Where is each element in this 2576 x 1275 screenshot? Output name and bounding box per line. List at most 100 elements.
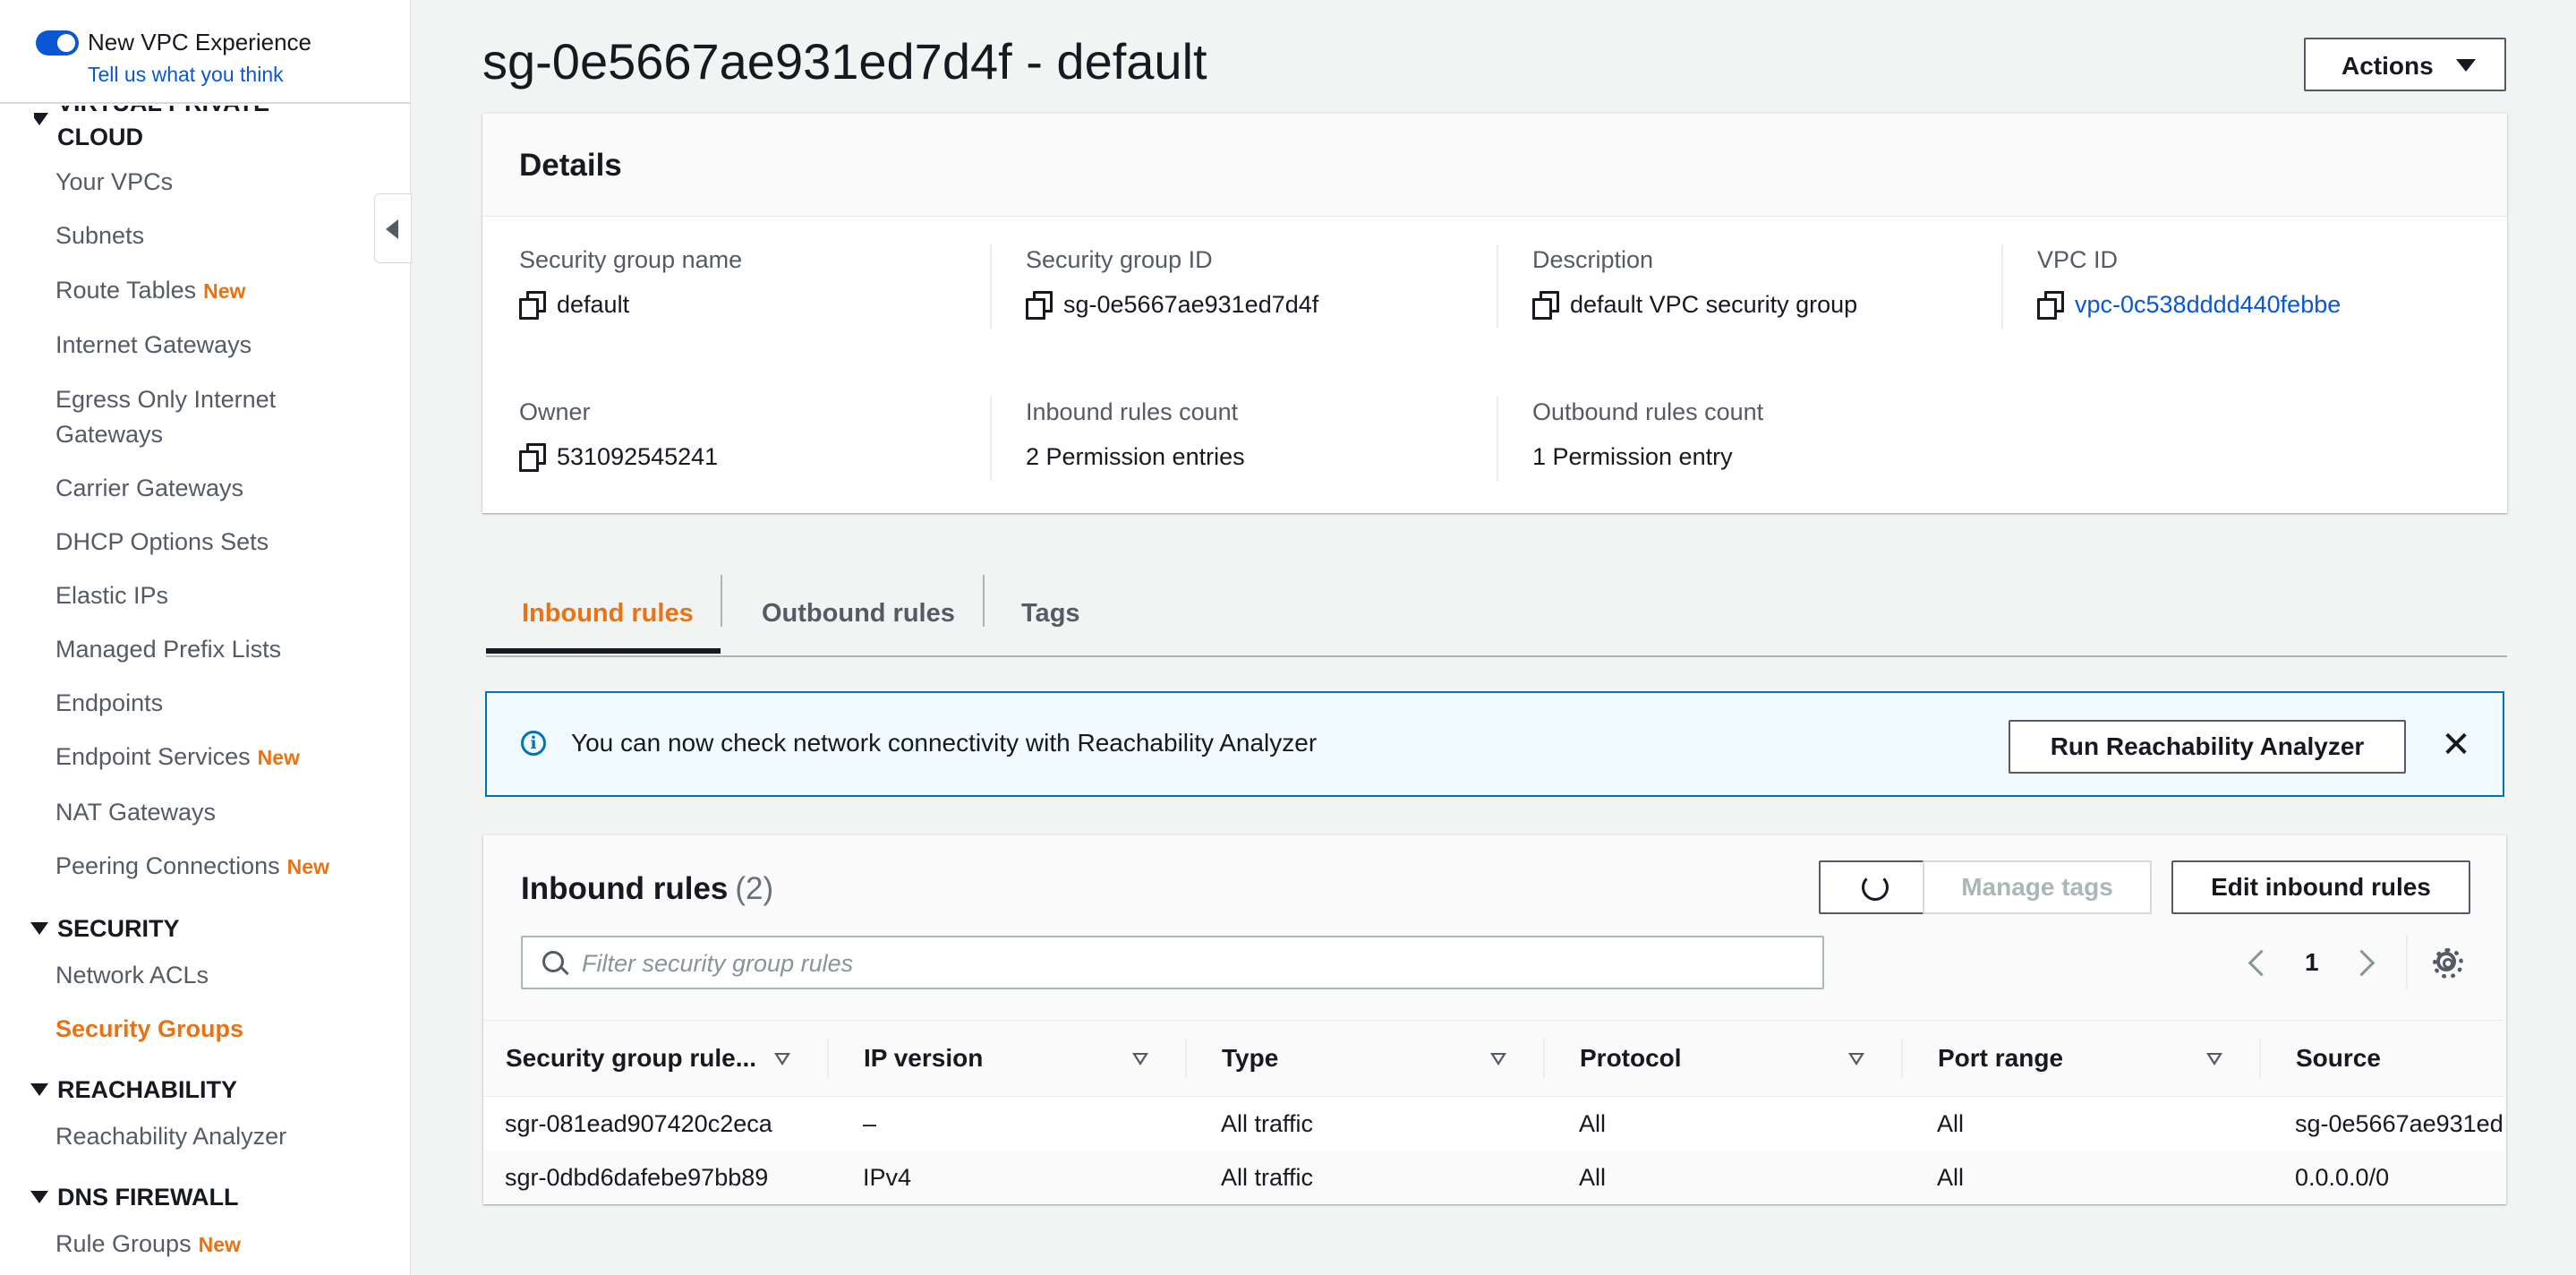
sort-icon[interactable]: [2206, 1053, 2222, 1065]
copy-icon[interactable]: [1026, 291, 1053, 320]
description-value: default VPC security group: [1570, 291, 1858, 318]
table-header: Security group rule... IP version Type P…: [483, 1020, 2504, 1098]
filter-input[interactable]: [580, 941, 1810, 986]
sidebar-item-subnets[interactable]: Subnets: [55, 218, 144, 253]
sidebar-item-dhcp-options-sets[interactable]: DHCP Options Sets: [55, 525, 269, 560]
chevron-right-icon: [2348, 949, 2376, 977]
previous-page-button[interactable]: [2247, 948, 2275, 977]
sidebar-item-network-acls[interactable]: Network ACLs: [55, 958, 209, 993]
column-header-source[interactable]: Source: [2296, 1021, 2381, 1096]
copy-icon[interactable]: [519, 291, 546, 320]
inbound-rules-table: Security group rule... IP version Type P…: [483, 1020, 2504, 1204]
feedback-link[interactable]: Tell us what you think: [88, 63, 284, 87]
rules-count: (2): [735, 871, 774, 906]
sidebar-item-carrier-gateways[interactable]: Carrier Gateways: [55, 471, 243, 506]
tabs: Inbound rules Outbound rules Tags: [486, 573, 2507, 657]
copy-icon[interactable]: [2037, 291, 2064, 320]
caret-down-icon: [30, 1191, 48, 1203]
new-badge: New: [203, 279, 246, 303]
close-icon[interactable]: ✕: [2438, 722, 2474, 768]
page-title: sg-0e5667ae931ed7d4f - default: [482, 33, 1207, 90]
caret-down-icon: [30, 1083, 48, 1096]
section-reachability[interactable]: REACHABILITY: [30, 1073, 237, 1107]
section-dns-firewall[interactable]: DNS FIREWALL: [30, 1180, 239, 1214]
sidebar-item-route-tables[interactable]: Route Tables New: [55, 273, 245, 309]
details-title: Details: [519, 148, 622, 183]
inbound-rules-panel: Inbound rules (2) Manage tags Edit inboun…: [483, 834, 2506, 1204]
sidebar-item-security-groups[interactable]: Security Groups: [55, 1012, 243, 1047]
sidebar-item-reachability-analyzer[interactable]: Reachability Analyzer: [55, 1119, 286, 1154]
cell-rule-id: sgr-0dbd6dafebe97bb89: [505, 1164, 769, 1191]
page-number[interactable]: 1: [2305, 948, 2319, 977]
sidebar-item-internet-gateways[interactable]: Internet Gateways: [55, 328, 252, 363]
column-header-ip-version[interactable]: IP version: [864, 1021, 983, 1096]
edit-inbound-rules-button[interactable]: Edit inbound rules: [2171, 860, 2470, 914]
sidebar-item-managed-prefix-lists[interactable]: Managed Prefix Lists: [55, 632, 281, 667]
sidebar-item-your-vpcs[interactable]: Your VPCs: [55, 165, 173, 200]
sidebar-divider: [0, 102, 410, 104]
vpc-id-link[interactable]: vpc-0c538dddd440febbe: [2075, 291, 2341, 318]
copy-icon[interactable]: [1532, 291, 1559, 320]
cell-protocol: All: [1579, 1164, 1607, 1191]
tab-divider: [983, 575, 985, 627]
cell-port-range: All: [1937, 1110, 1965, 1137]
sort-icon[interactable]: [1132, 1053, 1148, 1065]
new-badge: New: [286, 855, 329, 878]
field-divider: [2001, 244, 2003, 329]
column-header-type[interactable]: Type: [1222, 1021, 1278, 1096]
rules-title: Inbound rules (2): [521, 871, 774, 906]
column-header-rule-id[interactable]: Security group rule...: [506, 1021, 756, 1096]
column-divider: [2259, 1039, 2261, 1078]
section-security[interactable]: SECURITY: [30, 911, 180, 946]
cell-port-range: All: [1937, 1164, 1965, 1191]
column-divider: [1901, 1039, 1903, 1078]
toggle-knob: [57, 34, 75, 52]
sidebar-item-endpoints[interactable]: Endpoints: [55, 686, 163, 721]
field-divider: [1497, 244, 1498, 329]
cell-protocol: All: [1579, 1110, 1607, 1137]
new-badge: New: [198, 1233, 241, 1256]
field-divider: [990, 397, 992, 481]
sort-icon[interactable]: [774, 1053, 790, 1065]
sidebar-item-nat-gateways[interactable]: NAT Gateways: [55, 795, 216, 830]
table-row[interactable]: sgr-0dbd6dafebe97bb89 IPv4 All traffic A…: [483, 1151, 2504, 1204]
manage-tags-button[interactable]: Manage tags: [1923, 860, 2152, 914]
filter-field: [521, 936, 1824, 989]
gear-icon[interactable]: [2433, 948, 2463, 979]
cell-source[interactable]: sg-0e5667ae931ed7d4f / default: [2295, 1097, 2504, 1151]
tab-inbound-rules[interactable]: Inbound rules: [522, 586, 694, 654]
new-vpc-experience-toggle[interactable]: [36, 30, 79, 56]
tab-divider: [721, 575, 722, 627]
column-header-port-range[interactable]: Port range: [1938, 1021, 2063, 1096]
caret-down-icon: [34, 113, 48, 125]
tab-outbound-rules[interactable]: Outbound rules: [762, 586, 955, 654]
table-row[interactable]: sgr-081ead907420c2eca – All traffic All …: [483, 1097, 2504, 1152]
collapse-sidebar-button[interactable]: [374, 193, 412, 263]
column-divider: [827, 1039, 829, 1078]
cell-rule-id: sgr-081ead907420c2eca: [505, 1110, 772, 1137]
column-divider: [1185, 1039, 1187, 1078]
tab-tags[interactable]: Tags: [1021, 586, 1080, 654]
info-icon: i: [521, 731, 546, 756]
sidebar-item-elastic-ips[interactable]: Elastic IPs: [55, 578, 168, 613]
reachability-info-alert: i You can now check network connectivity…: [485, 691, 2504, 797]
column-header-protocol[interactable]: Protocol: [1580, 1021, 1682, 1096]
new-badge: New: [257, 746, 300, 769]
next-page-button[interactable]: [2348, 948, 2376, 977]
run-reachability-analyzer-button[interactable]: Run Reachability Analyzer: [2009, 720, 2406, 774]
caret-left-icon: [386, 219, 398, 239]
sidebar-item-egress-only-internet-gateways[interactable]: Egress Only Internet Gateways: [55, 382, 276, 452]
sidebar-item-rule-groups[interactable]: Rule Groups New: [55, 1227, 241, 1262]
inbound-rules-count-value: 2 Permission entries: [1026, 443, 1245, 470]
cell-type: All traffic: [1221, 1110, 1314, 1137]
sort-icon[interactable]: [1848, 1053, 1864, 1065]
cell-type: All traffic: [1221, 1164, 1314, 1191]
sort-icon[interactable]: [1490, 1053, 1506, 1065]
caret-down-icon: [2456, 59, 2476, 72]
sidebar-item-endpoint-services[interactable]: Endpoint Services New: [55, 740, 300, 775]
sidebar-item-peering-connections[interactable]: Peering Connections New: [55, 849, 329, 885]
toggle-label: New VPC Experience: [88, 29, 311, 56]
copy-icon[interactable]: [519, 443, 546, 472]
actions-button[interactable]: Actions: [2304, 38, 2506, 91]
caret-down-icon: [30, 922, 48, 935]
